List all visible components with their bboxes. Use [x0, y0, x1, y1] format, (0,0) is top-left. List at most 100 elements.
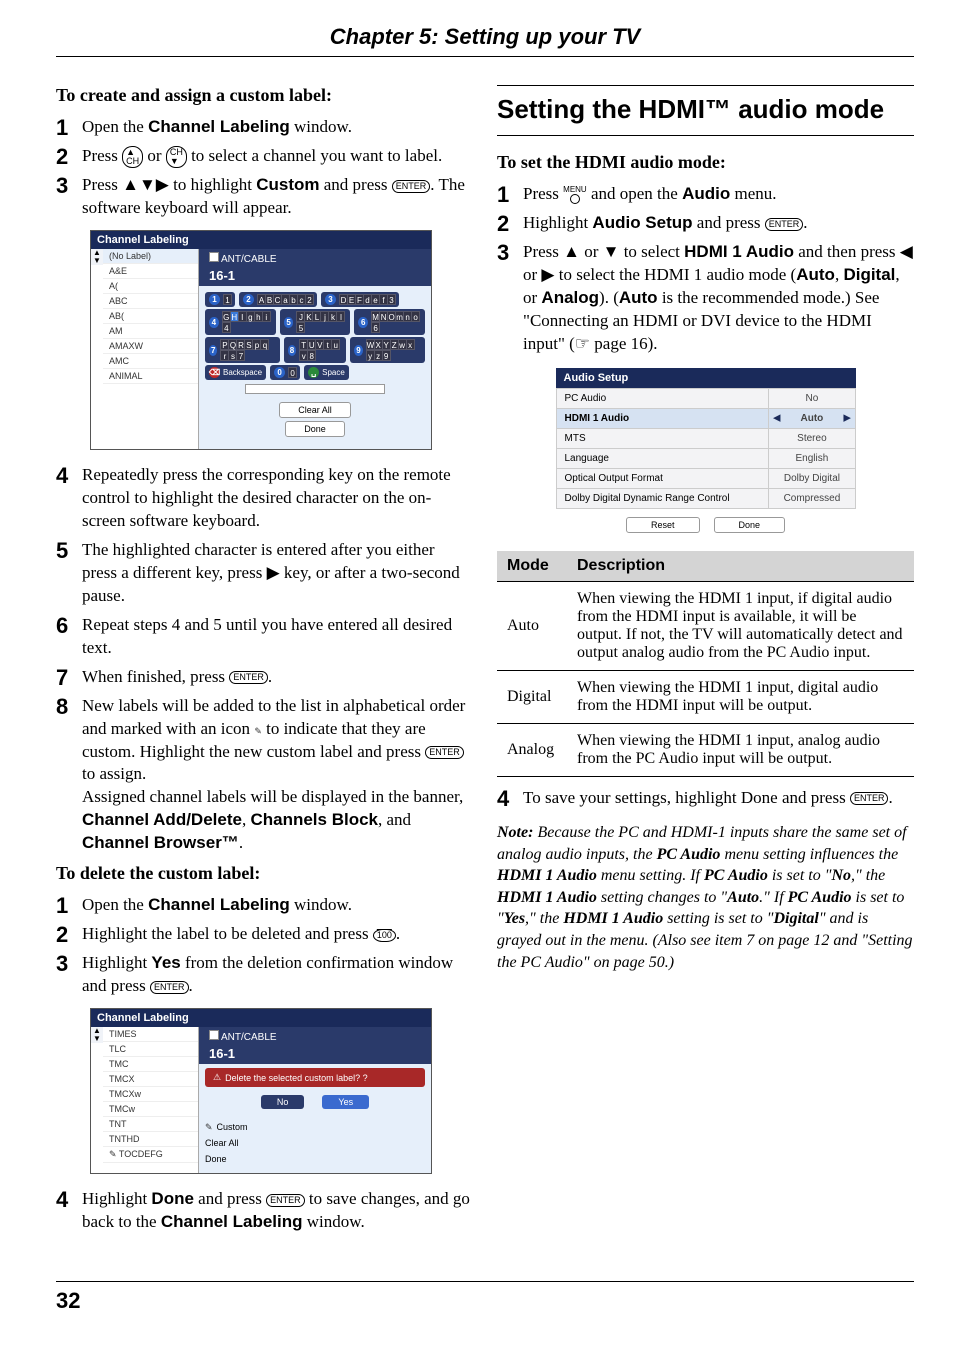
kb-key[interactable]: 00 [270, 365, 300, 380]
table-row[interactable]: PC AudioNo [556, 388, 855, 408]
list-item[interactable]: ✎ TOCDEFG [103, 1147, 198, 1163]
kb-key[interactable]: 8TUVtuv8 [284, 337, 346, 363]
list-item[interactable]: A( [103, 279, 198, 294]
step-text: To save your settings, highlight Done an… [523, 787, 914, 810]
table-row[interactable]: LanguageEnglish [556, 448, 855, 468]
create-label-heading: To create and assign a custom label: [56, 85, 473, 106]
list-item[interactable]: (No Label) [103, 249, 198, 264]
setting-label: HDMI 1 Audio [556, 408, 769, 428]
text: to select a channel you want to label. [187, 146, 442, 165]
done-button[interactable]: Done [285, 421, 345, 437]
custom-row[interactable]: ✎ Custom [199, 1119, 431, 1135]
enter-icon: ENTER [150, 981, 189, 994]
list-item[interactable]: TMC [103, 1057, 198, 1072]
kb-space[interactable]: ␣Space [304, 365, 349, 380]
bold-text: Channel Add/Delete [82, 810, 242, 829]
list-item[interactable]: AMC [103, 354, 198, 369]
section-rule-top [497, 85, 914, 86]
text: or [143, 146, 166, 165]
setting-label: Language [556, 448, 769, 468]
mode-name: Analog [497, 723, 567, 776]
kb-backspace[interactable]: ⌫Backspace [205, 365, 266, 380]
list-item[interactable]: AB( [103, 309, 198, 324]
bold-text: Audio [682, 184, 730, 203]
list-item[interactable]: TNTHD [103, 1132, 198, 1147]
bold-text: HDMI 1 Audio [497, 867, 597, 884]
bold-text: Digital [773, 910, 818, 927]
text: Press ▲ or ▼ to select [523, 242, 684, 261]
pencil-icon: ✎ [205, 1122, 213, 1133]
list-item[interactable]: TMCX [103, 1072, 198, 1087]
list-item[interactable]: A&E [103, 264, 198, 279]
text: Custom [217, 1122, 248, 1132]
ch-up-icon: ▲CH [122, 146, 143, 168]
table-row[interactable]: MTSStereo [556, 428, 855, 448]
pencil-icon: ✎ [109, 1149, 117, 1159]
header-rule [56, 56, 914, 57]
done-row[interactable]: Done [199, 1151, 431, 1167]
channel-number: 16-1 [199, 268, 431, 286]
delete-label-steps: 1 Open the Channel Labeling window. 2 Hi… [56, 894, 473, 998]
kb-key[interactable]: 9WXYZwxyz9 [350, 337, 425, 363]
text: To save your settings, highlight Done an… [523, 788, 850, 807]
warning-icon: ⚠ [213, 1072, 221, 1083]
text: Auto [801, 413, 824, 424]
list-item[interactable]: TNT [103, 1117, 198, 1132]
text: Highlight [82, 1189, 151, 1208]
mode-description: When viewing the HDMI 1 input, analog au… [567, 723, 914, 776]
kb-key[interactable]: 11 [205, 292, 235, 307]
software-keyboard: 11 2ABCabc2 3DEFdef3 4GHIghi4 5JKLjkl5 6… [199, 286, 431, 443]
setting-label: Dolby Digital Dynamic Range Control [556, 488, 769, 508]
enter-icon: ENTER [765, 218, 804, 231]
step-number: 6 [56, 614, 74, 660]
reset-button[interactable]: Reset [626, 517, 700, 533]
mode-name: Digital [497, 670, 567, 723]
ant-cable-label: ANT/CABLE [199, 1027, 431, 1046]
list-item[interactable]: TLC [103, 1042, 198, 1057]
text: Open the [82, 117, 148, 136]
page-footer: 32 [56, 1281, 914, 1314]
right-arrow-icon[interactable]: ▶ [844, 413, 851, 424]
step-text: New labels will be added to the list in … [82, 695, 473, 856]
step: 6 Repeat steps 4 and 5 until you have en… [56, 614, 473, 660]
clear-all-button[interactable]: Clear All [279, 402, 351, 418]
text: Highlight [82, 953, 151, 972]
text: Delete the selected custom label? ? [225, 1073, 368, 1083]
table-row[interactable]: Optical Output FormatDolby Digital [556, 468, 855, 488]
kb-key[interactable]: 7PQRSpqrs7 [205, 337, 280, 363]
step: 8 New labels will be added to the list i… [56, 695, 473, 856]
list-item[interactable]: TMCXw [103, 1087, 198, 1102]
bold-text: HDMI 1 Audio [684, 242, 794, 261]
text: ," the [851, 867, 885, 884]
step: 4 To save your settings, highlight Done … [497, 787, 914, 810]
table-row: Digital When viewing the HDMI 1 input, d… [497, 670, 914, 723]
step-text: Open the Channel Labeling window. [82, 894, 473, 917]
text: TOCDEFG [119, 1149, 163, 1159]
list-item[interactable]: AM [103, 324, 198, 339]
step-text: Highlight Done and press ENTER to save c… [82, 1188, 473, 1234]
list-item[interactable]: TIMES [103, 1027, 198, 1042]
table-row[interactable]: Dolby Digital Dynamic Range ControlCompr… [556, 488, 855, 508]
create-label-steps: 1 Open the Channel Labeling window. 2 Pr… [56, 116, 473, 220]
text-input-field[interactable] [245, 384, 385, 394]
kb-key[interactable]: 5JKLjkl5 [280, 309, 351, 335]
kb-key[interactable]: 4GHIghi4 [205, 309, 276, 335]
bold-text: Digital [843, 265, 895, 284]
dialog-title: Channel Labeling [91, 231, 431, 249]
table-row: Auto When viewing the HDMI 1 input, if d… [497, 581, 914, 670]
clear-all-row[interactable]: Clear All [199, 1135, 431, 1151]
kb-key[interactable]: 2ABCabc2 [239, 292, 317, 307]
left-arrow-icon[interactable]: ◀ [773, 413, 780, 424]
table-row-selected[interactable]: HDMI 1 Audio ◀ Auto ▶ [556, 408, 855, 428]
text: Open the [82, 895, 148, 914]
list-item[interactable]: ABC [103, 294, 198, 309]
yes-button[interactable]: Yes [322, 1095, 369, 1109]
list-item[interactable]: ANIMAL [103, 369, 198, 384]
list-item[interactable]: AMAXW [103, 339, 198, 354]
kb-key[interactable]: 3DEFdef3 [321, 292, 399, 307]
done-button[interactable]: Done [714, 517, 786, 533]
no-button[interactable]: No [261, 1095, 305, 1109]
kb-key[interactable]: 6MNOmno6 [354, 309, 425, 335]
list-item[interactable]: TMCw [103, 1102, 198, 1117]
text: ," the [525, 910, 563, 927]
